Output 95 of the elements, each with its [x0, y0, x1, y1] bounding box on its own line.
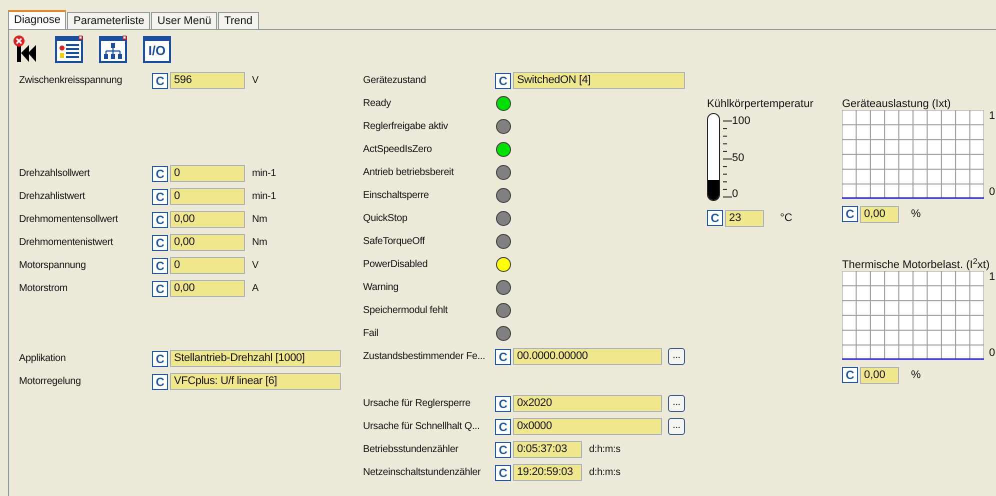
tick-label: 100 — [732, 116, 750, 127]
io-button[interactable]: I/O — [143, 36, 171, 62]
axis-min-label: 0 — [989, 348, 996, 359]
tick-label: 50 — [732, 152, 746, 164]
unit-label: % — [911, 206, 921, 222]
c-button[interactable]: C — [842, 367, 858, 383]
axis-max-label: 1 — [989, 272, 996, 283]
row-label: Motorregelung — [19, 375, 82, 389]
unit-label: min-1 — [252, 190, 276, 204]
row-label: PowerDisabled — [363, 258, 429, 272]
row-label: Ursache für Schnellhalt Q... — [363, 420, 481, 434]
unit-label: Nm — [252, 236, 268, 250]
row-label: Einschaltsperre — [363, 189, 430, 203]
value-field[interactable]: 596 — [170, 72, 245, 89]
row-label: Antrieb betriebsbereit — [363, 166, 455, 180]
unit-label: Nm — [252, 213, 268, 227]
hierarchy-icon[interactable] — [99, 35, 127, 63]
row-label: Fail — [363, 327, 380, 341]
row-label: Speichermodul fehlt — [363, 304, 449, 318]
value-field[interactable]: 0,00 — [170, 211, 245, 228]
tick-label: 0 — [732, 189, 740, 200]
c-button[interactable]: C — [707, 210, 723, 226]
row-label: Netzeinschaltstundenzähler — [363, 466, 482, 480]
row-label: Zustandsbestimmender Fe... — [363, 350, 486, 364]
c-button[interactable]: C — [495, 464, 511, 480]
axis-max-label: 1 — [989, 111, 996, 122]
row-label: Gerätezustand — [363, 74, 427, 88]
value-field[interactable]: SwitchedON [4] — [513, 72, 685, 89]
c-button[interactable]: C — [842, 206, 858, 222]
c-button[interactable]: C — [152, 212, 168, 228]
unit-label: d:h:m:s — [589, 466, 620, 480]
chart-title: Thermische Motorbelast. (I$^{2}$xt) — [842, 257, 991, 271]
value-field[interactable]: 0x2020 — [513, 395, 662, 412]
unit-label: d:h:m:s — [589, 443, 620, 457]
row-label: Motorspannung — [19, 259, 87, 273]
value-field[interactable]: 23 — [725, 210, 764, 226]
value-field[interactable]: 0,00 — [170, 234, 245, 251]
chart-title: Geräteauslastung (Ixt) — [842, 97, 952, 110]
value-field[interactable]: 0,00 — [860, 206, 899, 222]
row-label: QuickStop — [363, 212, 408, 226]
value-field[interactable]: 0,00 — [170, 280, 245, 297]
value-field[interactable]: 0 — [170, 257, 245, 274]
c-button[interactable]: C — [495, 348, 511, 364]
row-label: Zwischenkreisspannung — [19, 74, 124, 88]
c-button[interactable]: C — [495, 418, 511, 434]
c-button[interactable]: C — [152, 188, 168, 204]
browse-button[interactable]: ... — [668, 418, 685, 435]
c-button[interactable]: C — [152, 374, 168, 390]
c-button[interactable]: C — [495, 442, 511, 458]
row-label: Ursache für Reglersperre — [363, 397, 472, 411]
row-label: Motorstrom — [19, 282, 69, 296]
tab[interactable]: Trend — [218, 12, 259, 29]
axis-min-label: 0 — [989, 187, 996, 198]
row-label: Ready — [363, 97, 392, 111]
row-label: Drehzahlistwert — [19, 190, 86, 204]
c-button[interactable]: C — [152, 166, 168, 182]
value-field[interactable]: 19:20:59:03 — [513, 464, 582, 481]
value-field[interactable]: 0 — [170, 165, 245, 182]
value-field[interactable]: 0 — [170, 188, 245, 205]
browse-button[interactable]: ... — [668, 395, 685, 412]
tab[interactable]: Parameterliste — [67, 12, 150, 29]
value-field[interactable]: Stellantrieb-Drehzahl [1000] — [170, 350, 341, 367]
row-label: SafeTorqueOff — [363, 235, 426, 249]
row-label: Warning — [363, 281, 400, 295]
unit-label: min-1 — [252, 167, 276, 181]
unit-label: V — [252, 74, 258, 88]
row-label: Drehzahlsollwert — [19, 167, 91, 181]
c-button[interactable]: C — [152, 234, 168, 250]
c-button[interactable]: C — [152, 72, 168, 88]
browse-button[interactable]: ... — [668, 348, 685, 365]
c-button[interactable]: C — [152, 280, 168, 296]
row-label: Betriebsstundenzähler — [363, 443, 460, 457]
tab[interactable]: Diagnose — [8, 10, 66, 29]
list-window-icon[interactable] — [55, 35, 83, 63]
c-button[interactable]: C — [152, 258, 168, 274]
row-label: Drehmomentenistwert — [19, 236, 114, 250]
unit-label: % — [911, 368, 921, 383]
c-button[interactable]: C — [152, 350, 168, 366]
row-label: Reglerfreigabe aktiv — [363, 120, 449, 134]
c-button[interactable]: C — [495, 396, 511, 412]
row-label: ActSpeedIsZero — [363, 143, 433, 157]
value-field[interactable]: 0,00 — [860, 366, 899, 384]
unit-label: A — [252, 282, 258, 296]
gauge-title: Kühlkörpertemperatur — [707, 97, 814, 112]
value-field[interactable]: 0x0000 — [513, 418, 662, 435]
c-button[interactable]: C — [495, 72, 511, 88]
value-field[interactable]: VFCplus: U/f linear [6] — [170, 373, 341, 390]
tab[interactable]: User Menü — [151, 12, 218, 29]
row-label: Applikation — [19, 352, 67, 366]
value-field[interactable]: 0:05:37:03 — [513, 441, 582, 458]
row-label: Drehmomentensollwert — [19, 213, 119, 227]
unit-label: V — [252, 259, 258, 273]
rewind-icon[interactable] — [13, 35, 39, 63]
unit-label: °C — [780, 210, 792, 226]
value-field[interactable]: 00.0000.00000 — [513, 348, 662, 365]
